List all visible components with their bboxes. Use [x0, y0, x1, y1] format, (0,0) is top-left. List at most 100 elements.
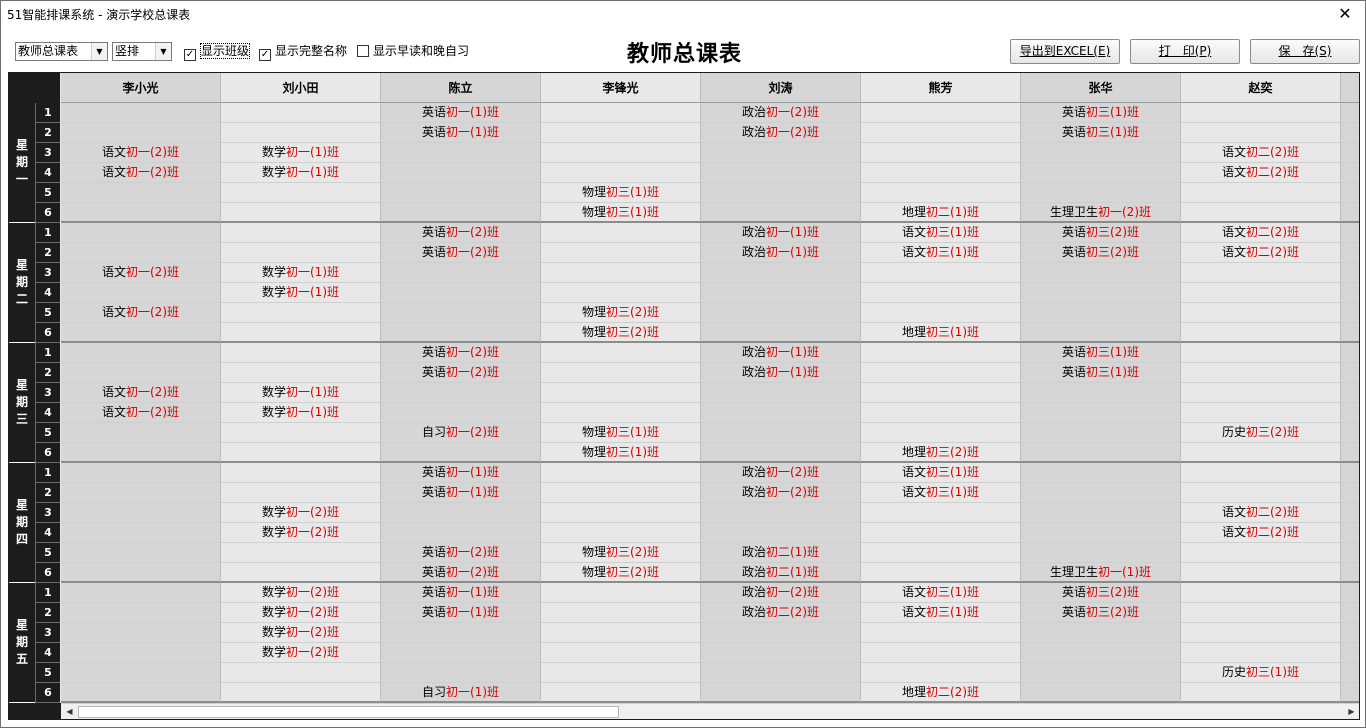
schedule-cell[interactable]: [1021, 683, 1181, 703]
schedule-cell[interactable]: [1341, 583, 1359, 603]
schedule-cell[interactable]: [541, 163, 701, 183]
schedule-cell[interactable]: [861, 123, 1021, 143]
schedule-cell[interactable]: [1181, 363, 1341, 383]
schedule-cell[interactable]: [1181, 403, 1341, 423]
schedule-cell[interactable]: [221, 363, 381, 383]
schedule-cell[interactable]: 物理初三(1)班: [541, 203, 701, 223]
schedule-cell[interactable]: 数学初一(2)班: [221, 623, 381, 643]
schedule-cell[interactable]: 数学初一(2)班: [221, 643, 381, 663]
schedule-cell[interactable]: [541, 223, 701, 243]
schedule-cell[interactable]: [1341, 423, 1359, 443]
schedule-cell[interactable]: 英语初一(2)班: [381, 543, 541, 563]
schedule-cell[interactable]: [701, 163, 861, 183]
schedule-cell[interactable]: [1021, 183, 1181, 203]
schedule-cell[interactable]: [61, 483, 221, 503]
schedule-cell[interactable]: 英语初一(2)班: [381, 363, 541, 383]
schedule-cell[interactable]: [541, 523, 701, 543]
schedule-cell[interactable]: 语文初二(2)班: [1181, 163, 1341, 183]
schedule-cell[interactable]: [701, 263, 861, 283]
schedule-cell[interactable]: [1341, 263, 1359, 283]
schedule-cell[interactable]: [221, 483, 381, 503]
teacher-header[interactable]: 熊芳: [861, 73, 1021, 103]
schedule-cell[interactable]: 自习初一(1)班: [381, 683, 541, 703]
teacher-header[interactable]: 张华: [1021, 73, 1181, 103]
schedule-cell[interactable]: [221, 423, 381, 443]
schedule-cell[interactable]: [381, 143, 541, 163]
schedule-cell[interactable]: 语文初二(2)班: [1181, 243, 1341, 263]
schedule-cell[interactable]: [221, 243, 381, 263]
show-full-name-checkbox[interactable]: ✓ 显示完整名称: [259, 43, 347, 61]
schedule-cell[interactable]: [61, 443, 221, 463]
schedule-cell[interactable]: [221, 443, 381, 463]
schedule-cell[interactable]: 政治初一(1)班: [701, 223, 861, 243]
schedule-cell[interactable]: 英语初三(2)班: [1021, 583, 1181, 603]
schedule-cell[interactable]: [61, 323, 221, 343]
schedule-cell[interactable]: 政治初一(2)班: [701, 103, 861, 123]
schedule-cell[interactable]: [1181, 583, 1341, 603]
schedule-cell[interactable]: [1341, 143, 1359, 163]
schedule-cell[interactable]: [1181, 483, 1341, 503]
schedule-cell[interactable]: [221, 463, 381, 483]
schedule-cell[interactable]: [701, 623, 861, 643]
schedule-cell[interactable]: [1181, 603, 1341, 623]
schedule-cell[interactable]: 语文初一(2)班: [61, 403, 221, 423]
schedule-cell[interactable]: [861, 623, 1021, 643]
schedule-cell[interactable]: [381, 443, 541, 463]
schedule-cell[interactable]: [1181, 183, 1341, 203]
schedule-cell[interactable]: [701, 323, 861, 343]
schedule-cell[interactable]: [1181, 383, 1341, 403]
schedule-cell[interactable]: [541, 463, 701, 483]
schedule-cell[interactable]: 地理初二(1)班: [861, 203, 1021, 223]
schedule-cell[interactable]: 英语初三(1)班: [1021, 103, 1181, 123]
schedule-cell[interactable]: [861, 403, 1021, 423]
schedule-cell[interactable]: 语文初二(2)班: [1181, 143, 1341, 163]
schedule-cell[interactable]: 英语初三(1)班: [1021, 123, 1181, 143]
schedule-cell[interactable]: 英语初三(2)班: [1021, 603, 1181, 623]
schedule-cell[interactable]: [541, 643, 701, 663]
schedule-cell[interactable]: [1341, 223, 1359, 243]
schedule-cell[interactable]: 语文初二(2)班: [1181, 523, 1341, 543]
schedule-cell[interactable]: [541, 243, 701, 263]
schedule-cell[interactable]: [221, 683, 381, 703]
schedule-cell[interactable]: [1021, 423, 1181, 443]
schedule-cell[interactable]: 物理初三(1)班: [541, 423, 701, 443]
schedule-cell[interactable]: [1181, 103, 1341, 123]
schedule-cell[interactable]: [1341, 623, 1359, 643]
schedule-cell[interactable]: [701, 143, 861, 163]
schedule-cell[interactable]: 语文初二(2)班: [1181, 503, 1341, 523]
scrollbar-thumb[interactable]: [78, 706, 619, 718]
save-button[interactable]: 保 存(S): [1250, 39, 1360, 64]
schedule-cell[interactable]: 英语初一(1)班: [381, 103, 541, 123]
schedule-cell[interactable]: 政治初一(2)班: [701, 123, 861, 143]
schedule-cell[interactable]: [701, 383, 861, 403]
schedule-cell[interactable]: [1341, 403, 1359, 423]
schedule-cell[interactable]: [1341, 663, 1359, 683]
schedule-cell[interactable]: 政治初一(1)班: [701, 343, 861, 363]
schedule-cell[interactable]: [61, 423, 221, 443]
schedule-cell[interactable]: [1181, 343, 1341, 363]
schedule-cell[interactable]: [861, 363, 1021, 383]
schedule-cell[interactable]: [61, 343, 221, 363]
schedule-cell[interactable]: [61, 103, 221, 123]
schedule-cell[interactable]: 语文初一(2)班: [61, 383, 221, 403]
schedule-cell[interactable]: [61, 683, 221, 703]
schedule-cell[interactable]: [1181, 643, 1341, 663]
schedule-cell[interactable]: [1181, 203, 1341, 223]
schedule-cell[interactable]: [1341, 483, 1359, 503]
schedule-cell[interactable]: [61, 363, 221, 383]
schedule-cell[interactable]: [381, 203, 541, 223]
schedule-cell[interactable]: 英语初一(2)班: [381, 563, 541, 583]
schedule-cell[interactable]: [701, 403, 861, 423]
schedule-cell[interactable]: [1021, 383, 1181, 403]
teacher-header[interactable]: 刘小田: [221, 73, 381, 103]
schedule-cell[interactable]: [381, 643, 541, 663]
schedule-cell[interactable]: [541, 583, 701, 603]
schedule-cell[interactable]: [1341, 683, 1359, 703]
schedule-cell[interactable]: [861, 643, 1021, 663]
schedule-cell[interactable]: [1021, 543, 1181, 563]
schedule-cell[interactable]: 英语初三(1)班: [1021, 363, 1181, 383]
schedule-cell[interactable]: 政治初二(1)班: [701, 543, 861, 563]
schedule-cell[interactable]: [61, 543, 221, 563]
schedule-cell[interactable]: [221, 563, 381, 583]
schedule-cell[interactable]: [381, 623, 541, 643]
